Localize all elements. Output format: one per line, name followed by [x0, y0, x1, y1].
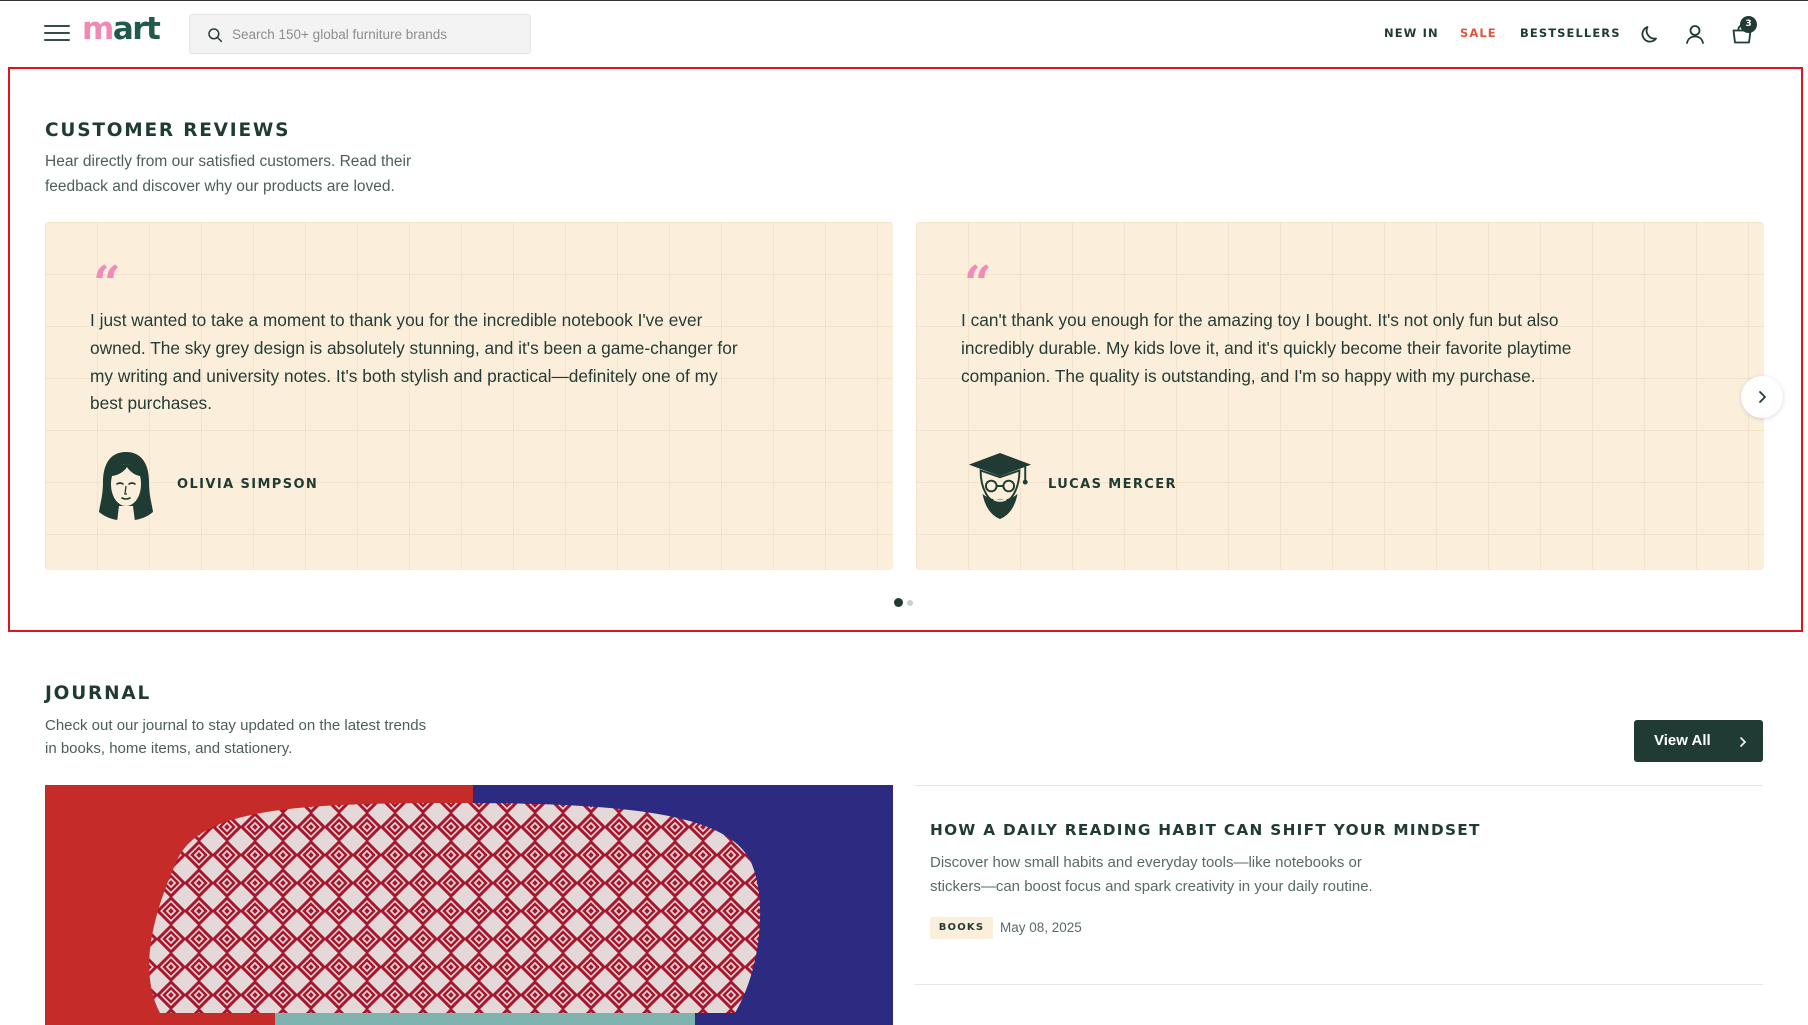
review-card-lucas: “ I can't thank you enough for the amazi…	[916, 222, 1764, 570]
journal-title: JOURNAL	[45, 683, 152, 704]
article-tag[interactable]: BOOKS	[930, 917, 993, 939]
user-icon[interactable]	[1683, 22, 1707, 46]
review-line: owned. The sky grey design is absolutely…	[90, 337, 738, 358]
view-all-button[interactable]: View All	[1634, 720, 1763, 762]
site-header: mart NEW IN SALE BESTSELLERS 3	[0, 1, 1808, 65]
moon-icon[interactable]	[1638, 22, 1662, 46]
menu-icon[interactable]	[44, 25, 70, 43]
reviews-subtitle-line: feedback and discover why our products a…	[45, 178, 395, 195]
quote-icon: “	[964, 256, 992, 312]
review-line: I just wanted to take a moment to thank …	[90, 310, 703, 330]
reviews-title: CUSTOMER REVIEWS	[45, 120, 291, 141]
article-date: May 08, 2025	[1000, 920, 1082, 935]
search-bar[interactable]	[189, 14, 531, 54]
article-title[interactable]: HOW A DAILY READING HABIT CAN SHIFT YOUR…	[930, 821, 1481, 839]
review-line: incredibly durable. My kids love it, and…	[961, 337, 1572, 358]
pouf-photo	[45, 785, 893, 1025]
article-divider-bottom	[915, 984, 1763, 985]
carousel-dot-2[interactable]	[907, 600, 913, 606]
journal-subtitle-line: Check out our journal to stay updated on…	[45, 717, 427, 734]
logo[interactable]: mart	[82, 11, 161, 47]
logo-rest: art	[112, 11, 161, 47]
article-image[interactable]	[45, 785, 893, 1025]
journal-subtitle: Check out our journal to stay updated on…	[45, 714, 426, 760]
nav-sale[interactable]: SALE	[1460, 26, 1497, 40]
avatar-woman-icon	[99, 452, 153, 522]
review-text: I just wanted to take a moment to thank …	[90, 307, 790, 418]
review-author: LUCAS MERCER	[1048, 477, 1177, 492]
article-description: Discover how small habits and everyday t…	[930, 851, 1450, 899]
carousel-next-button[interactable]	[1741, 376, 1783, 418]
article-description-line: Discover how small habits and everyday t…	[930, 854, 1362, 871]
search-icon	[208, 28, 223, 43]
avatar-graduate-icon	[968, 453, 1032, 519]
review-text: I can't thank you enough for the amazing…	[961, 307, 1661, 390]
review-line: best purchases.	[90, 393, 212, 414]
journal-subtitle-line: in books, home items, and stationery.	[45, 740, 293, 757]
carousel-dot-1[interactable]	[894, 598, 903, 607]
chevron-right-icon	[1740, 737, 1747, 747]
nav-new-in[interactable]: NEW IN	[1384, 26, 1439, 40]
reviews-subtitle-line: Hear directly from our satisfied custome…	[45, 153, 412, 170]
article-divider-top	[915, 785, 1763, 786]
quote-icon: “	[93, 256, 121, 312]
review-card-olivia: “ I just wanted to take a moment to than…	[45, 222, 893, 570]
view-all-label: View All	[1654, 732, 1711, 749]
logo-m: m	[82, 11, 114, 47]
review-line: I can't thank you enough for the amazing…	[961, 310, 1559, 330]
reviews-subtitle: Hear directly from our satisfied custome…	[45, 149, 411, 199]
article-description-line: stickers—can boost focus and spark creat…	[930, 878, 1373, 895]
nav-bestsellers[interactable]: BESTSELLERS	[1520, 26, 1621, 40]
review-line: my writing and university notes. It's bo…	[90, 365, 718, 386]
search-input[interactable]	[232, 15, 522, 53]
review-line: companion. The quality is outstanding, a…	[961, 365, 1536, 386]
chevron-right-icon	[1759, 391, 1766, 403]
review-author: OLIVIA SIMPSON	[177, 477, 319, 492]
cart-count-badge: 3	[1740, 16, 1757, 33]
